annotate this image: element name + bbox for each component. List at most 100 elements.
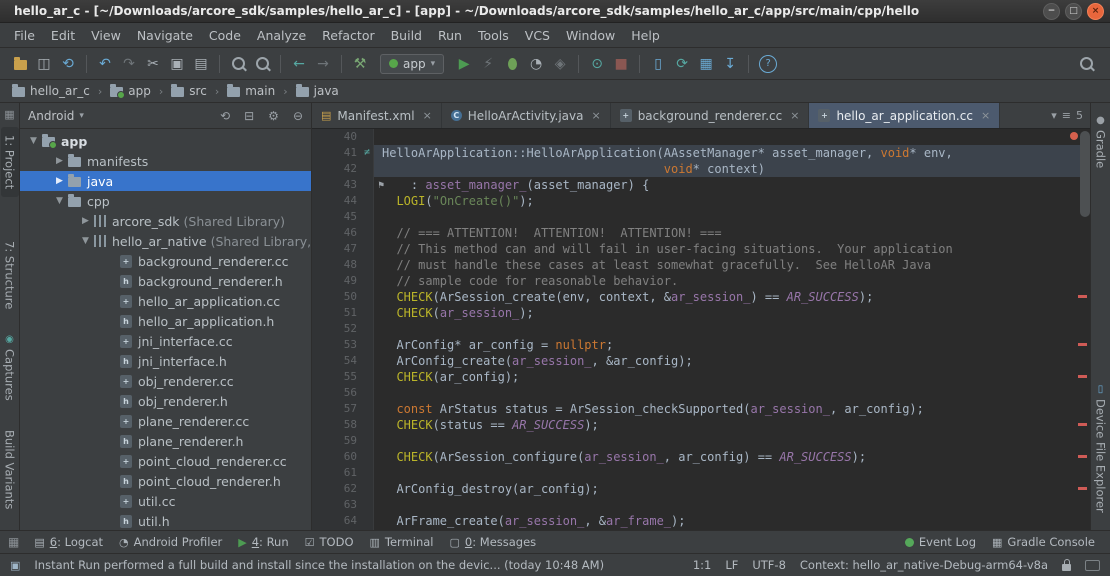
redo-icon[interactable]: ↷ <box>117 53 141 75</box>
breadcrumb-item-java[interactable]: java <box>294 84 341 98</box>
code-text[interactable]: CHECK(ArSession_create(env, context, &ar… <box>374 289 1090 305</box>
menu-code[interactable]: Code <box>201 25 249 46</box>
editor-tab-Manifest-xml[interactable]: ▤Manifest.xml× <box>312 103 442 128</box>
attach-debugger-icon[interactable]: ⊙ <box>585 53 609 75</box>
caret-position[interactable]: 1:1 <box>693 558 712 572</box>
back-icon[interactable]: ← <box>287 53 311 75</box>
menu-file[interactable]: File <box>6 25 43 46</box>
tool-button-gradle-console[interactable]: ▦Gradle Console <box>985 533 1102 551</box>
code-text[interactable]: CHECK(ar_frame_); <box>374 529 1090 530</box>
tree-node-util-h[interactable]: hutil.h <box>20 511 311 530</box>
menu-vcs[interactable]: VCS <box>517 25 558 46</box>
code-text[interactable]: const ArStatus status = ArSession_checkS… <box>374 401 1090 417</box>
chevron-down-icon[interactable]: ▾ <box>1051 109 1057 122</box>
tree-node-plane_renderer-cc[interactable]: +plane_renderer.cc <box>20 411 311 431</box>
code-text[interactable]: ArConfig* ar_config = nullptr; <box>374 337 1090 353</box>
menu-refactor[interactable]: Refactor <box>314 25 382 46</box>
forward-icon[interactable]: → <box>311 53 335 75</box>
menu-help[interactable]: Help <box>623 25 668 46</box>
breadcrumb-item-main[interactable]: main <box>225 84 277 98</box>
editor-tab-HelloArActivity-java[interactable]: CHelloArActivity.java× <box>442 103 611 128</box>
tree-node-jni_interface-h[interactable]: hjni_interface.h <box>20 351 311 371</box>
open-icon[interactable] <box>8 53 32 75</box>
code-text[interactable]: // must handle these cases at least some… <box>374 257 1090 273</box>
menu-run[interactable]: Run <box>430 25 470 46</box>
tool-button-6-logcat[interactable]: ▤6: Logcat <box>27 533 110 551</box>
tool-button-0-messages[interactable]: ▢0: Messages <box>443 533 544 551</box>
close-tab-icon[interactable]: × <box>981 109 990 122</box>
code-text[interactable] <box>374 433 1090 449</box>
run-icon[interactable]: ▶ <box>452 53 476 75</box>
tree-toggle-icon[interactable]: ▶ <box>52 156 67 166</box>
tree-node-hello_ar_application-h[interactable]: hhello_ar_application.h <box>20 311 311 331</box>
tool-button-event-log[interactable]: Event Log <box>898 533 983 551</box>
sdk-manager-icon[interactable]: ↧ <box>718 53 742 75</box>
tree-node-obj_renderer-h[interactable]: hobj_renderer.h <box>20 391 311 411</box>
close-button[interactable]: × <box>1087 3 1104 20</box>
sync-icon[interactable]: ⟲ <box>56 53 80 75</box>
paste-icon[interactable]: ▤ <box>189 53 213 75</box>
cut-icon[interactable]: ✂ <box>141 53 165 75</box>
find-icon[interactable] <box>226 53 250 75</box>
run-config-dropdown[interactable]: app▾ <box>380 54 444 74</box>
breadcrumb-item-app[interactable]: app <box>108 84 153 98</box>
code-text[interactable]: void* context) <box>374 161 1090 177</box>
tree-node-background_renderer-h[interactable]: hbackground_renderer.h <box>20 271 311 291</box>
code-text[interactable]: CHECK(ar_config); <box>374 369 1090 385</box>
code-text[interactable]: CHECK(status == AR_SUCCESS); <box>374 417 1090 433</box>
editor-tab-hello_ar_application-cc[interactable]: +hello_ar_application.cc× <box>809 103 1000 128</box>
lock-icon[interactable] <box>1062 564 1071 571</box>
code-text[interactable]: LOGI("OnCreate()"); <box>374 193 1090 209</box>
tree-node-jni_interface-cc[interactable]: +jni_interface.cc <box>20 331 311 351</box>
tree-node-java[interactable]: ▶java <box>20 171 311 191</box>
tree-node-cpp[interactable]: ▼cpp <box>20 191 311 211</box>
coverage-icon[interactable]: ◈ <box>548 53 572 75</box>
menu-window[interactable]: Window <box>558 25 623 46</box>
code-text[interactable]: // This method can and will fail in user… <box>374 241 1090 257</box>
code-text[interactable]: CHECK(ar_session_); <box>374 305 1090 321</box>
sync-tree-icon[interactable]: ⟲ <box>220 109 230 123</box>
close-tab-icon[interactable]: × <box>790 109 799 122</box>
close-tab-icon[interactable]: × <box>591 109 600 122</box>
tool-tab-1-project[interactable]: 1: Project <box>1 127 19 197</box>
tree-node-obj_renderer-cc[interactable]: +obj_renderer.cc <box>20 371 311 391</box>
copy-icon[interactable]: ▣ <box>165 53 189 75</box>
breadcrumb-item-hello_ar_c[interactable]: hello_ar_c <box>10 84 92 98</box>
stop-icon[interactable]: ■ <box>609 53 633 75</box>
menu-view[interactable]: View <box>83 25 129 46</box>
tree-node-hello_ar_native[interactable]: ▼hello_ar_native(Shared Library, ~/ <box>20 231 311 251</box>
editor-scrollbar[interactable] <box>1080 131 1090 217</box>
code-text[interactable]: ArConfig_create(ar_session_, &ar_config)… <box>374 353 1090 369</box>
tree-toggle-icon[interactable]: ▼ <box>26 136 41 146</box>
tool-tab-device-file-explorer[interactable]: ▯Device File Explorer <box>1092 376 1110 521</box>
code-text[interactable]: // sample code for reasonable behavior. <box>374 273 1090 289</box>
tool-tab-gradle[interactable]: ●Gradle <box>1092 107 1110 176</box>
tool-button-android-profiler[interactable]: ◔Android Profiler <box>112 533 229 551</box>
tree-node-background_renderer-cc[interactable]: +background_renderer.cc <box>20 251 311 271</box>
code-text[interactable]: // === ATTENTION! ATTENTION! ATTENTION! … <box>374 225 1090 241</box>
profile-icon[interactable]: ◔ <box>524 53 548 75</box>
code-text[interactable]: ArConfig_destroy(ar_config); <box>374 481 1090 497</box>
replace-icon[interactable] <box>250 53 274 75</box>
code-text[interactable]: : asset_manager_(asset_manager) { <box>374 177 1090 193</box>
tool-button-terminal[interactable]: ▥Terminal <box>363 533 441 551</box>
tool-button-4-run[interactable]: ▶4: Run <box>231 533 295 551</box>
sync-gradle-icon[interactable]: ⟳ <box>670 53 694 75</box>
code-text[interactable] <box>374 321 1090 337</box>
tree-node-arcore_sdk[interactable]: ▶arcore_sdk(Shared Library) <box>20 211 311 231</box>
line-separator[interactable]: LF <box>725 558 738 572</box>
tree-node-point_cloud_renderer-cc[interactable]: +point_cloud_renderer.cc <box>20 451 311 471</box>
apply-changes-icon[interactable]: ⚡ <box>476 53 500 75</box>
code-text[interactable]: ArFrame_create(ar_session_, &ar_frame_); <box>374 513 1090 529</box>
tree-node-util-cc[interactable]: +util.cc <box>20 491 311 511</box>
editor-tab-background_renderer-cc[interactable]: +background_renderer.cc× <box>611 103 810 128</box>
tree-toggle-icon[interactable]: ▼ <box>52 196 67 206</box>
maximize-button[interactable]: □ <box>1065 3 1082 20</box>
menu-analyze[interactable]: Analyze <box>249 25 314 46</box>
status-message[interactable]: Instant Run performed a full build and i… <box>34 558 678 572</box>
menu-tools[interactable]: Tools <box>470 25 517 46</box>
collapse-all-icon[interactable]: ⊟ <box>244 109 254 123</box>
code-text[interactable]: CHECK(ArSession_configure(ar_session_, a… <box>374 449 1090 465</box>
toolwindow-switcher-icon[interactable]: ▦ <box>8 535 19 549</box>
tool-tab-7-structure[interactable]: 7: Structure <box>1 233 19 317</box>
